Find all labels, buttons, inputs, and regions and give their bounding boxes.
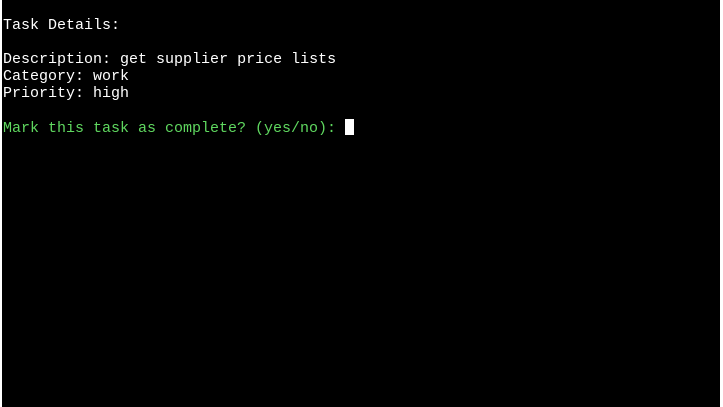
completion-prompt: Mark this task as complete? (yes/no): [3, 120, 337, 137]
task-details-heading: Task Details: [3, 17, 120, 34]
priority-line: Priority: high [3, 85, 129, 102]
category-label: Category: [3, 68, 85, 85]
description-value: get supplier price lists [120, 51, 337, 68]
category-line: Category: work [3, 68, 129, 85]
priority-value: high [93, 85, 130, 102]
category-value: work [93, 68, 130, 85]
terminal-window[interactable]: Task Details: Description: get supplier … [2, 0, 720, 407]
completion-prompt-line[interactable]: Mark this task as complete? (yes/no): [3, 119, 355, 137]
heading-text: Task Details: [3, 17, 121, 34]
description-label: Description: [3, 51, 112, 68]
text-cursor [345, 119, 355, 135]
description-line: Description: get supplier price lists [3, 51, 336, 68]
priority-label: Priority: [3, 85, 85, 102]
